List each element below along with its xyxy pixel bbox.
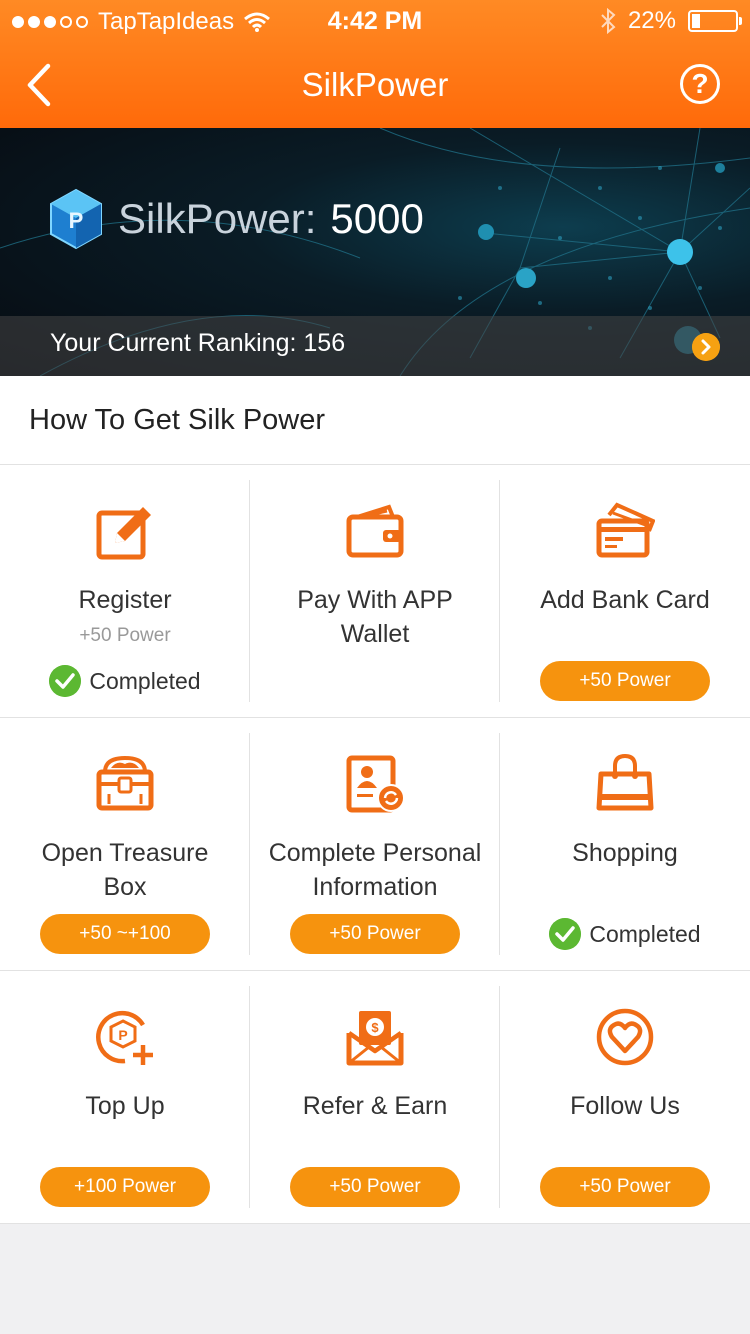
wallet-icon (346, 504, 404, 558)
chevron-right-icon[interactable] (692, 333, 720, 361)
status-text: Completed (89, 667, 201, 694)
task-open-treasure-box[interactable]: Open Treasure Box +50 ~+100 (0, 718, 250, 971)
check-circle-icon (49, 665, 82, 697)
svg-text:P: P (69, 208, 84, 233)
battery-percent: 22% (627, 7, 676, 34)
task-shopping[interactable]: Shopping Completed (500, 718, 750, 971)
earn-power-button[interactable]: +50 Power (540, 1167, 710, 1207)
task-title: Shopping (572, 839, 678, 867)
status-bar: TapTapIdeas 4:42 PM 22% (0, 0, 750, 40)
profile-card-icon (346, 755, 405, 813)
task-add-bank-card[interactable]: Add Bank Card +50 Power (500, 465, 750, 718)
silkpower-value: 5000 (330, 195, 424, 242)
task-title: Follow Us (570, 1092, 680, 1120)
top-up-icon: P (96, 1010, 153, 1065)
task-top-up[interactable]: P Top Up +100 Power (0, 971, 250, 1224)
task-follow-us[interactable]: Follow Us +50 Power (500, 971, 750, 1224)
task-title: Register (78, 586, 172, 614)
earn-power-button[interactable]: +100 Power (40, 1167, 210, 1207)
task-pay-with-wallet[interactable]: Pay With APP Wallet (250, 465, 500, 718)
tasks-section: How To Get Silk Power Register +50 Power… (0, 376, 750, 1224)
bluetooth-icon (601, 8, 616, 34)
bank-card-icon (596, 502, 655, 558)
task-title: Add Bank Card (540, 586, 710, 614)
svg-text:$: $ (371, 1020, 379, 1035)
task-refer-and-earn[interactable]: $ Refer & Earn +50 Power (250, 971, 500, 1224)
help-button[interactable]: ? (680, 64, 720, 104)
earn-power-button[interactable]: +50 Power (290, 914, 460, 954)
completed-status: Completed (500, 918, 750, 950)
battery-icon (688, 10, 742, 32)
task-subtitle: +50 Power (79, 625, 171, 646)
silkpower-banner: P SilkPower: 5000 Your Current Ranking: … (0, 128, 750, 376)
task-title: Complete Personal Information (268, 839, 482, 901)
shopping-bag-icon (596, 754, 654, 811)
silkpower-label: SilkPower: (118, 195, 317, 242)
ranking-text: Your Current Ranking: 156 (50, 329, 346, 357)
task-title: Pay With APP Wallet (297, 586, 453, 648)
refer-envelope-icon: $ (346, 1011, 404, 1066)
completed-status: Completed (0, 665, 250, 697)
heart-follow-icon (596, 1008, 654, 1066)
task-complete-personal-info[interactable]: Complete Personal Information +50 Power (250, 718, 500, 971)
task-title: Open Treasure Box (41, 839, 209, 901)
earn-power-button[interactable]: +50 ~+100 (40, 914, 210, 954)
task-title: Refer & Earn (302, 1092, 448, 1120)
earn-power-button[interactable]: +50 Power (540, 661, 710, 701)
edit-icon (96, 507, 151, 560)
page-title: SilkPower (301, 66, 449, 103)
svg-text:P: P (118, 1027, 127, 1043)
section-title: How To Get Silk Power (29, 404, 326, 436)
task-register[interactable]: Register +50 Power Completed (0, 465, 250, 718)
silkpower-gem-icon: P (50, 188, 102, 250)
nav-header: TapTapIdeas 4:42 PM 22% SilkPower ? (0, 0, 750, 128)
treasure-chest-icon (96, 755, 154, 811)
earn-power-button[interactable]: +50 Power (290, 1167, 460, 1207)
check-circle-icon (549, 918, 582, 950)
task-title: Top Up (85, 1092, 165, 1120)
status-text: Completed (589, 920, 701, 947)
ranking-bar[interactable]: Your Current Ranking: 156 (0, 316, 750, 376)
